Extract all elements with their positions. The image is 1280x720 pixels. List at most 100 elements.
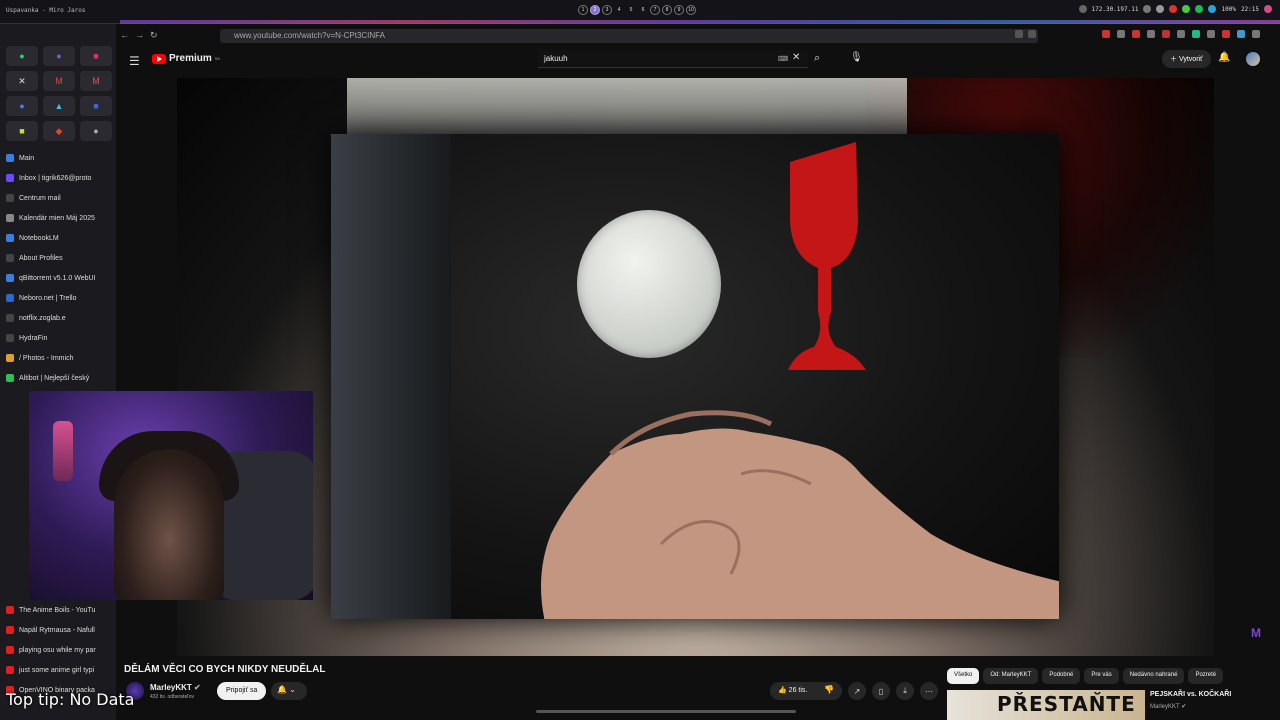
keyboard-icon[interactable]: ⌨ [778, 55, 788, 63]
notifications-bell-icon[interactable]: 🔔 [1218, 52, 1230, 63]
forward-button[interactable]: → [135, 30, 144, 40]
workspace-3[interactable]: 3 [602, 5, 612, 15]
filter-chip[interactable]: Od: MarleyKKT [983, 668, 1039, 684]
share-icon[interactable]: ↗ [848, 682, 866, 700]
bookmark-item[interactable]: The Anime Boils - YouTu [6, 606, 110, 614]
extension-icon[interactable] [1102, 30, 1110, 38]
url-bar[interactable]: www.youtube.com/watch?v=N-CPt3CINFA [220, 29, 1038, 43]
clock: 22:15 [1240, 5, 1259, 13]
search-icon[interactable]: ⌕ [814, 52, 820, 65]
bookmark-item[interactable]: just some anime girl typi [6, 666, 110, 674]
search-input[interactable]: jakuuh [538, 50, 808, 68]
extension-icon[interactable] [1015, 30, 1023, 38]
decorative-accent-bar [120, 20, 1280, 24]
drive-icon[interactable]: ▲ [43, 96, 75, 116]
recommended-thumbnail[interactable]: PŘESTAŇTE [947, 690, 1145, 720]
pinned-app-icon[interactable]: ● [43, 46, 75, 66]
workspace-switcher[interactable]: 1 2 3 4 5 6 7 8 9 10 [578, 5, 696, 15]
gitlab-icon[interactable]: ◆ [43, 121, 75, 141]
network-icon[interactable] [1143, 5, 1152, 13]
horizontal-scrollbar[interactable] [536, 710, 796, 713]
bookmark-favicon [6, 374, 14, 382]
clear-search-icon[interactable]: ✕ [792, 52, 800, 63]
back-button[interactable]: ← [120, 30, 129, 40]
x-icon[interactable]: ✕ [6, 71, 38, 91]
join-button[interactable]: Pripojiť sa [217, 682, 267, 700]
user-menu-icon[interactable] [1264, 5, 1272, 13]
extension-icon[interactable] [1237, 30, 1245, 38]
gmail-icon[interactable]: M [43, 71, 75, 91]
workspace-4[interactable]: 4 [614, 5, 624, 15]
lock-icon[interactable] [1078, 5, 1087, 13]
extension-icon[interactable] [1222, 30, 1230, 38]
save-icon[interactable]: ▯ [872, 682, 890, 700]
workspace-10[interactable]: 10 [686, 5, 696, 15]
extension-icon[interactable] [1147, 30, 1155, 38]
subscription-bell-button[interactable]: 🔔 ⌄ [271, 682, 307, 700]
workspace-1[interactable]: 1 [578, 5, 588, 15]
extension-icon[interactable] [1132, 30, 1140, 38]
workspace-5[interactable]: 5 [626, 5, 636, 15]
workspace-6[interactable]: 6 [638, 5, 648, 15]
filter-chip[interactable]: Podobné [1042, 668, 1081, 684]
extension-icon[interactable] [1207, 30, 1215, 38]
video-player[interactable] [177, 78, 1214, 656]
filter-chip[interactable]: Pre vás [1084, 668, 1119, 684]
pinned-mail-icon[interactable]: M [80, 71, 112, 91]
bookmark-item[interactable]: Inbox | tigrik626@proto [6, 174, 110, 182]
subscriber-count: 432 tis. odberateľov [150, 694, 194, 700]
telegram-icon[interactable] [1208, 5, 1217, 13]
youtube-logo[interactable]: Premium SK [152, 53, 220, 64]
extension-icon[interactable] [1192, 30, 1200, 38]
bookmark-item[interactable]: Neboro.net | Trello [6, 294, 110, 302]
more-options-icon[interactable]: ⋯ [920, 682, 938, 700]
extension-icon[interactable] [1162, 30, 1170, 38]
spotify-icon[interactable] [1195, 5, 1204, 13]
bookmark-item[interactable]: HydraFin [6, 334, 110, 342]
filter-chip[interactable]: Pozreté [1188, 668, 1224, 684]
thumbnail-text: PŘESTAŇTE [997, 692, 1136, 716]
bookmark-item[interactable]: notflix.zoglab.e [6, 314, 110, 322]
bookmark-item[interactable]: Altibot | Nejlepší český [6, 374, 110, 382]
create-button[interactable]: ＋ Vytvoriť [1162, 50, 1211, 68]
extension-icon[interactable] [1117, 30, 1125, 38]
microphone-icon[interactable]: 🎙 [850, 52, 863, 63]
bookmark-item[interactable]: Centrum mail [6, 194, 110, 202]
filter-chip[interactable]: Nedávno nahrané [1122, 668, 1185, 684]
bookmark-item[interactable]: About Profiles [6, 254, 110, 262]
bookmark-item[interactable]: Napál Rytmausa - Nafull [6, 626, 110, 634]
download-icon[interactable]: ⤓ [896, 682, 914, 700]
bookmark-item[interactable]: qBittorrent v5.1.0 WebUI [6, 274, 110, 282]
gear-icon[interactable]: ● [80, 121, 112, 141]
channel-name[interactable]: MarleyKKT ✔ [150, 683, 201, 692]
hamburger-menu-icon[interactable]: ☰ [129, 54, 140, 68]
bookmark-item[interactable]: playing osu while my par [6, 646, 110, 654]
recommended-title[interactable]: PEJSKAŘI vs. KOČKAŘI [1150, 691, 1231, 698]
reload-button[interactable]: ↻ [150, 30, 158, 41]
workspace-9[interactable]: 9 [674, 5, 684, 15]
instagram-icon[interactable]: ■ [80, 46, 112, 66]
menu-icon[interactable] [1252, 30, 1260, 38]
reader-icon[interactable] [1028, 30, 1036, 38]
workspace-2[interactable]: 2 [590, 5, 600, 15]
browser-sidebar: ● ● ■ ✕ M M ● ▲ ■ ■ ◆ ● Main Inbox | tigr… [0, 24, 116, 720]
chat-icon[interactable] [1182, 5, 1191, 13]
like-button[interactable]: 👍 26 tis. [770, 682, 818, 700]
bookmark-item[interactable]: Kalendár mien Máj 2025 [6, 214, 110, 222]
whatsapp-icon[interactable]: ● [6, 46, 38, 66]
workspace-7[interactable]: 7 [650, 5, 660, 15]
webcam-person [114, 449, 224, 600]
record-icon[interactable] [1169, 5, 1178, 13]
bookmark-item[interactable]: NotebookLM [6, 234, 110, 242]
bookmark-item[interactable]: Main [6, 154, 110, 162]
notes-icon[interactable]: ■ [6, 121, 38, 141]
account-avatar[interactable] [1246, 52, 1260, 66]
calendar-icon[interactable]: ■ [80, 96, 112, 116]
dislike-button[interactable]: 👎 [818, 682, 842, 700]
filter-chip[interactable]: Všetko [947, 668, 980, 684]
settings-icon[interactable] [1156, 5, 1165, 13]
messenger-icon[interactable]: ● [6, 96, 38, 116]
bookmark-item[interactable]: / Photos - Immich [6, 354, 110, 362]
workspace-8[interactable]: 8 [662, 5, 672, 15]
extension-icon[interactable] [1177, 30, 1185, 38]
